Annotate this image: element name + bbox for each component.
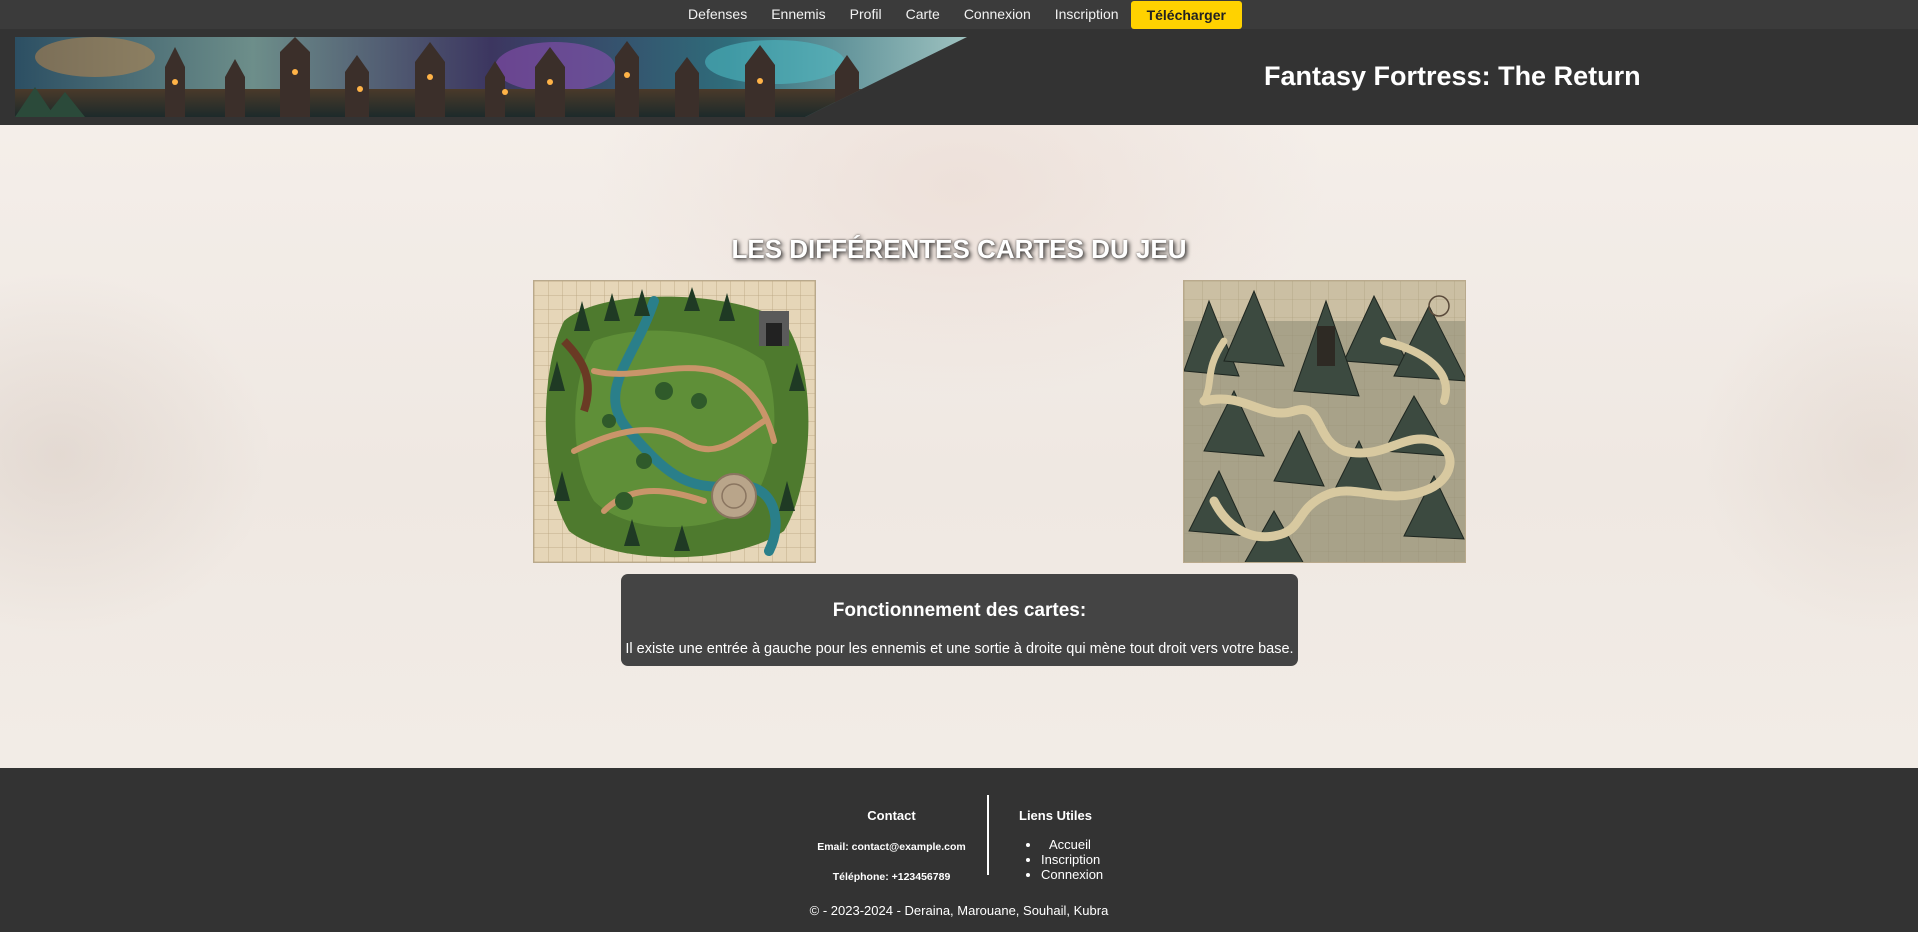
footer-contact-email: Email: contact@example.com (817, 841, 966, 853)
section-title: LES DIFFÉRENTES CARTES DU JEU (731, 234, 1187, 264)
footer-divider (987, 795, 989, 875)
top-navigation: Defenses Ennemis Profil Carte Connexion … (0, 0, 1918, 29)
footer-link-inscription[interactable]: Inscription (1041, 852, 1103, 867)
nav-link-profil[interactable]: Profil (838, 0, 894, 29)
site-title: Fantasy Fortress: The Return (1264, 61, 1641, 91)
download-button[interactable]: Télécharger (1130, 0, 1242, 29)
header-banner-image (15, 37, 967, 117)
footer-contact-phone: Téléphone: +123456789 (832, 871, 951, 883)
forest-map-image (533, 280, 816, 563)
mountain-map-image (1183, 280, 1466, 563)
footer-contact-section: Contact Email: contact@example.com Télép… (790, 808, 993, 883)
site-header: Fantasy Fortress: The Return (0, 29, 1918, 125)
main-content: LES DIFFÉRENTES CARTES DU JEU Fonctionne… (0, 125, 1918, 768)
copyright-text: © - 2023-2024 - Deraina, Marouane, Souha… (809, 903, 1109, 918)
nav-link-connexion[interactable]: Connexion (952, 0, 1043, 29)
site-footer: Contact Email: contact@example.com Télép… (0, 768, 1918, 932)
nav-link-ennemis[interactable]: Ennemis (759, 0, 837, 29)
footer-link-connexion[interactable]: Connexion (1041, 867, 1103, 882)
footer-contact-heading: Contact (867, 808, 916, 823)
footer-link-accueil[interactable]: Accueil (1041, 837, 1103, 852)
maps-info-box: Fonctionnement des cartes: Il existe une… (621, 574, 1298, 666)
info-box-title: Fonctionnement des cartes: (832, 600, 1087, 621)
info-box-text: Il existe une entrée à gauche pour les e… (625, 641, 1294, 657)
footer-links-list: Accueil Inscription Connexion (1019, 837, 1103, 882)
footer-links-heading: Liens Utiles (1019, 808, 1092, 823)
nav-link-inscription[interactable]: Inscription (1043, 0, 1131, 29)
footer-links-section: Liens Utiles Accueil Inscription Connexi… (1019, 808, 1103, 882)
nav-link-defenses[interactable]: Defenses (676, 0, 759, 29)
nav-link-carte[interactable]: Carte (894, 0, 952, 29)
